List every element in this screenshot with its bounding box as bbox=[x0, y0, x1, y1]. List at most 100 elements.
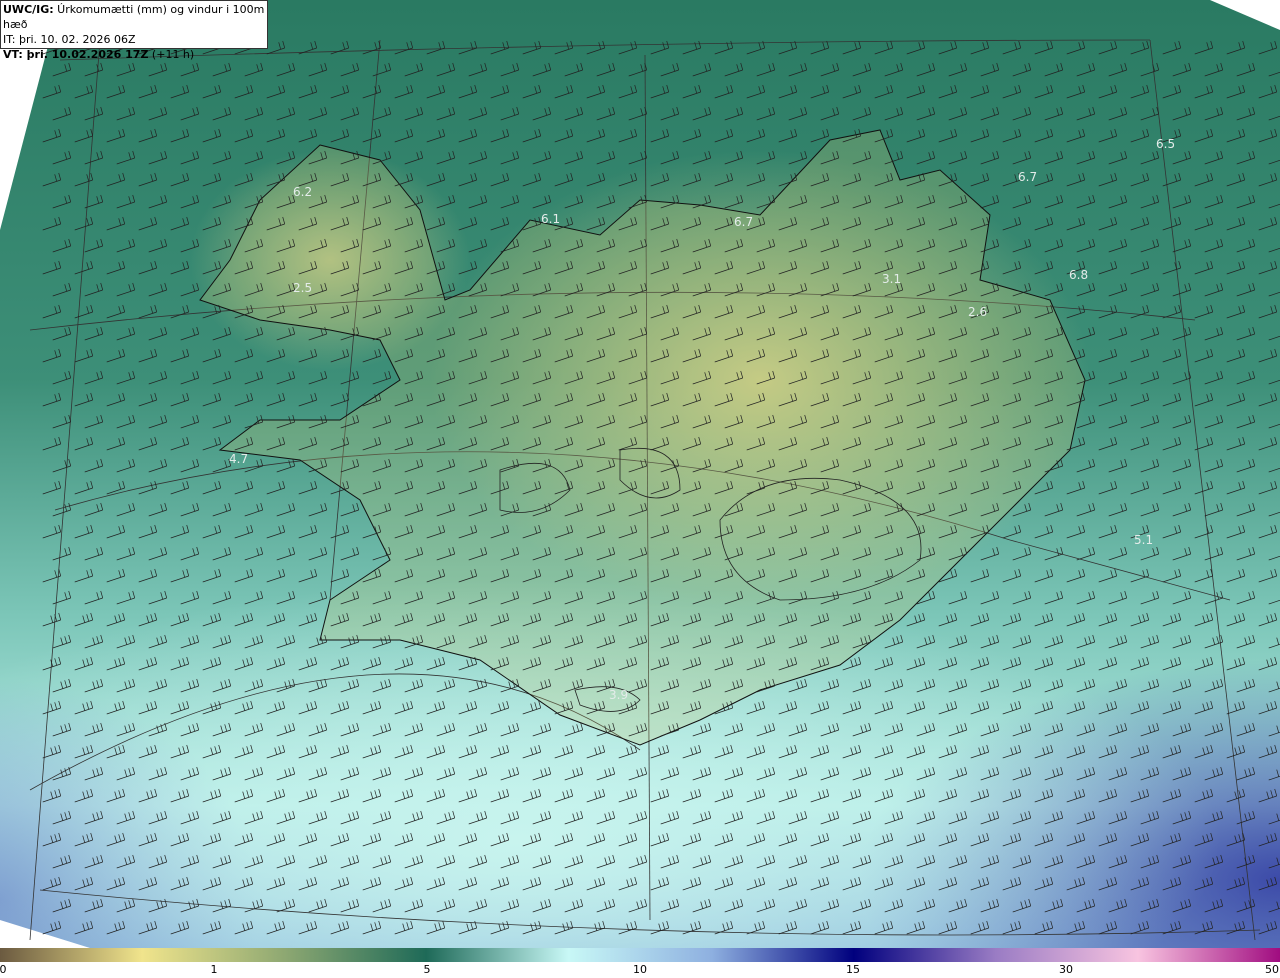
wind-barb bbox=[714, 172, 734, 187]
wind-barb bbox=[244, 238, 264, 253]
wind-barb bbox=[788, 238, 808, 253]
wind-barb bbox=[308, 898, 328, 913]
wind-barb bbox=[1002, 392, 1022, 407]
wind-barb bbox=[1162, 436, 1182, 451]
wind-barb bbox=[234, 568, 254, 583]
wind-barb bbox=[596, 370, 616, 385]
wind-barb bbox=[298, 612, 318, 627]
wind-barb bbox=[1066, 480, 1086, 495]
wind-barb bbox=[106, 260, 126, 275]
wind-barb bbox=[938, 304, 958, 319]
wind-barb bbox=[1002, 744, 1022, 759]
wind-barb bbox=[404, 326, 424, 341]
wind-barb bbox=[1002, 480, 1022, 495]
wind-barb bbox=[106, 216, 126, 231]
wind-barb bbox=[42, 920, 62, 935]
wind-barb bbox=[916, 590, 936, 605]
wind-barb bbox=[468, 590, 488, 605]
wind-barb bbox=[1012, 502, 1032, 517]
wind-barb bbox=[116, 62, 136, 77]
wind-barb bbox=[1172, 502, 1192, 517]
wind-barb bbox=[212, 194, 232, 209]
wind-barb bbox=[1236, 414, 1256, 429]
wind-barb bbox=[618, 832, 638, 847]
wind-barb bbox=[308, 766, 328, 781]
wind-barb bbox=[970, 876, 990, 891]
wind-barb bbox=[970, 348, 990, 363]
wind-barb bbox=[394, 348, 414, 363]
wind-barb bbox=[554, 876, 574, 891]
wind-barb bbox=[276, 634, 296, 649]
wind-barb bbox=[970, 260, 990, 275]
wind-barb bbox=[810, 788, 830, 803]
wind-barb bbox=[714, 128, 734, 143]
wind-barb bbox=[180, 810, 200, 825]
wind-barb bbox=[1172, 414, 1192, 429]
wind-barb bbox=[938, 40, 958, 55]
wind-barb bbox=[404, 722, 424, 737]
wind-barb bbox=[372, 326, 392, 341]
wind-barb bbox=[820, 590, 840, 605]
wind-barb bbox=[554, 700, 574, 715]
wind-barb bbox=[980, 634, 1000, 649]
wind-barb bbox=[330, 744, 350, 759]
wind-barb bbox=[1140, 106, 1160, 121]
wind-barb bbox=[276, 546, 296, 561]
wind-barb bbox=[500, 414, 520, 429]
wind-barb bbox=[180, 238, 200, 253]
wind-barb bbox=[276, 458, 296, 473]
wind-barb bbox=[778, 568, 798, 583]
wind-barb bbox=[650, 392, 670, 407]
wind-barb bbox=[788, 898, 808, 913]
wind-barb bbox=[234, 84, 254, 99]
wind-barb bbox=[266, 216, 286, 231]
wind-barb bbox=[308, 238, 328, 253]
wind-barb bbox=[1076, 326, 1096, 341]
precipitation-map[interactable]: 6.2 6.1 6.7 6.5 6.7 3.1 2.6 6.8 2.5 4.7 … bbox=[0, 0, 1280, 948]
wind-barb bbox=[490, 656, 510, 671]
wind-barb bbox=[778, 480, 798, 495]
wind-barb bbox=[1130, 84, 1150, 99]
wind-barb bbox=[180, 898, 200, 913]
wind-barb bbox=[564, 678, 584, 693]
wind-barb bbox=[852, 678, 872, 693]
wind-barb bbox=[362, 876, 382, 891]
wind-barb bbox=[340, 282, 360, 297]
wind-barb bbox=[1108, 502, 1128, 517]
wind-barb bbox=[170, 920, 190, 935]
wind-barb bbox=[170, 84, 190, 99]
wind-barb bbox=[170, 216, 190, 231]
wind-barb bbox=[842, 612, 862, 627]
wind-barb bbox=[810, 744, 830, 759]
wind-barb bbox=[532, 238, 552, 253]
wind-barb bbox=[74, 260, 94, 275]
wind-barb bbox=[1076, 458, 1096, 473]
wind-barb bbox=[906, 524, 926, 539]
wind-barb bbox=[1226, 260, 1246, 275]
wind-barb bbox=[948, 898, 968, 913]
wind-barb bbox=[980, 106, 1000, 121]
wind-barb bbox=[212, 414, 232, 429]
wind-barb bbox=[724, 238, 744, 253]
wind-barb bbox=[1268, 335, 1280, 341]
wind-barb bbox=[980, 282, 1000, 297]
wind-barb bbox=[522, 348, 542, 363]
wind-barb bbox=[234, 744, 254, 759]
wind-barb bbox=[564, 326, 584, 341]
wind-barb bbox=[106, 568, 126, 583]
wind-barb bbox=[436, 722, 456, 737]
wind-barb bbox=[1268, 291, 1280, 297]
wind-barb bbox=[458, 216, 478, 231]
wind-barb bbox=[170, 656, 190, 671]
wind-barb bbox=[84, 590, 104, 605]
wind-barb bbox=[628, 722, 648, 737]
wind-barb bbox=[756, 106, 776, 121]
wind-barb bbox=[308, 326, 328, 341]
wind-barb bbox=[1162, 920, 1182, 935]
wind-barb bbox=[628, 150, 648, 165]
wind-barb bbox=[1204, 458, 1224, 473]
wind-barb bbox=[842, 524, 862, 539]
wind-barb bbox=[1226, 84, 1246, 99]
wind-barb bbox=[276, 370, 296, 385]
wind-barb bbox=[362, 216, 382, 231]
